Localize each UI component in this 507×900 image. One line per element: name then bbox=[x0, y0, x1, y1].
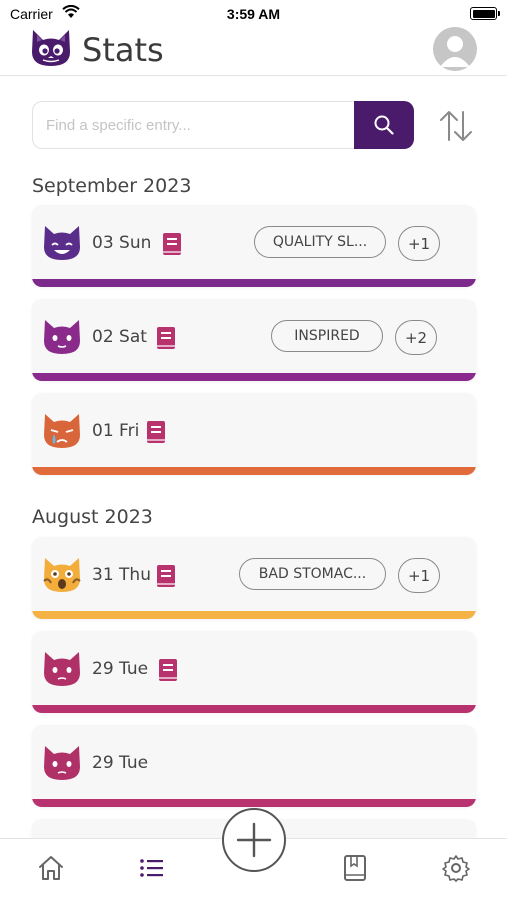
more-tags-pill[interactable]: +1 bbox=[398, 558, 440, 593]
mood-bar bbox=[32, 799, 476, 807]
gear-icon bbox=[442, 855, 470, 882]
month-heading: September 2023 bbox=[32, 175, 192, 197]
mood-scared-cat-icon bbox=[43, 558, 81, 592]
search-bar bbox=[32, 101, 414, 149]
battery-icon bbox=[470, 7, 500, 20]
mood-crying-cat-icon bbox=[44, 414, 80, 448]
tag-pill[interactable]: QUALITY SL... bbox=[254, 226, 386, 258]
cat-logo-icon bbox=[32, 30, 70, 66]
list-icon bbox=[140, 859, 163, 877]
search-icon bbox=[374, 115, 394, 135]
entry-date: 31 Thu bbox=[92, 565, 151, 585]
tag-pill[interactable]: INSPIRED bbox=[271, 320, 383, 352]
entry-card[interactable]: 01 Fri bbox=[32, 393, 476, 475]
tag-pill[interactable]: BAD STOMAC... bbox=[239, 558, 386, 590]
app-header: Stats bbox=[0, 27, 507, 76]
add-entry-button[interactable] bbox=[222, 808, 286, 872]
nav-home[interactable] bbox=[36, 853, 66, 883]
avatar[interactable] bbox=[433, 27, 477, 71]
nav-list[interactable] bbox=[137, 853, 167, 883]
search-input[interactable] bbox=[32, 101, 372, 149]
more-tags-pill[interactable]: +2 bbox=[395, 320, 437, 355]
entry-card[interactable]: 31 Thu BAD STOMAC... +1 bbox=[32, 537, 476, 619]
entry-card[interactable]: 03 Sun QUALITY SL... +1 bbox=[32, 205, 476, 287]
entry-date: 29 Tue bbox=[92, 753, 149, 773]
mood-sad-cat-icon bbox=[44, 652, 80, 686]
status-bar: Carrier 3:59 AM bbox=[0, 0, 507, 28]
entry-date: 02 Sat bbox=[92, 327, 147, 347]
entry-card[interactable]: 29 Tue bbox=[32, 725, 476, 807]
journal-icon bbox=[163, 233, 181, 255]
mood-content-cat-icon bbox=[44, 320, 80, 354]
mood-bar bbox=[32, 611, 476, 619]
nav-settings[interactable] bbox=[441, 853, 471, 883]
entry-card[interactable]: 02 Sat INSPIRED +2 bbox=[32, 299, 476, 381]
more-tags-pill[interactable]: +1 bbox=[398, 226, 440, 261]
mood-happy-cat-icon bbox=[44, 226, 80, 260]
entry-date: 29 Tue bbox=[92, 659, 149, 679]
mood-bar bbox=[32, 373, 476, 381]
journal-icon bbox=[157, 327, 175, 349]
sort-button[interactable] bbox=[437, 108, 475, 144]
entry-date: 01 Fri bbox=[92, 421, 140, 441]
mood-sad-cat-icon bbox=[44, 746, 80, 780]
book-icon bbox=[344, 855, 366, 881]
page-title: Stats bbox=[82, 31, 164, 69]
search-button[interactable] bbox=[354, 101, 414, 149]
nav-journal[interactable] bbox=[340, 853, 370, 883]
user-icon bbox=[440, 36, 470, 67]
month-heading: August 2023 bbox=[32, 506, 153, 528]
mood-bar bbox=[32, 705, 476, 713]
sort-arrows-icon bbox=[440, 111, 472, 141]
home-icon bbox=[39, 856, 63, 880]
journal-icon bbox=[159, 659, 177, 681]
mood-bar bbox=[32, 467, 476, 475]
clock: 3:59 AM bbox=[226, 6, 281, 22]
mood-bar bbox=[32, 279, 476, 287]
journal-icon bbox=[157, 565, 175, 587]
entry-card[interactable]: 29 Tue bbox=[32, 631, 476, 713]
entry-date: 03 Sun bbox=[92, 233, 152, 253]
journal-icon bbox=[147, 421, 165, 443]
plus-icon bbox=[236, 822, 272, 858]
